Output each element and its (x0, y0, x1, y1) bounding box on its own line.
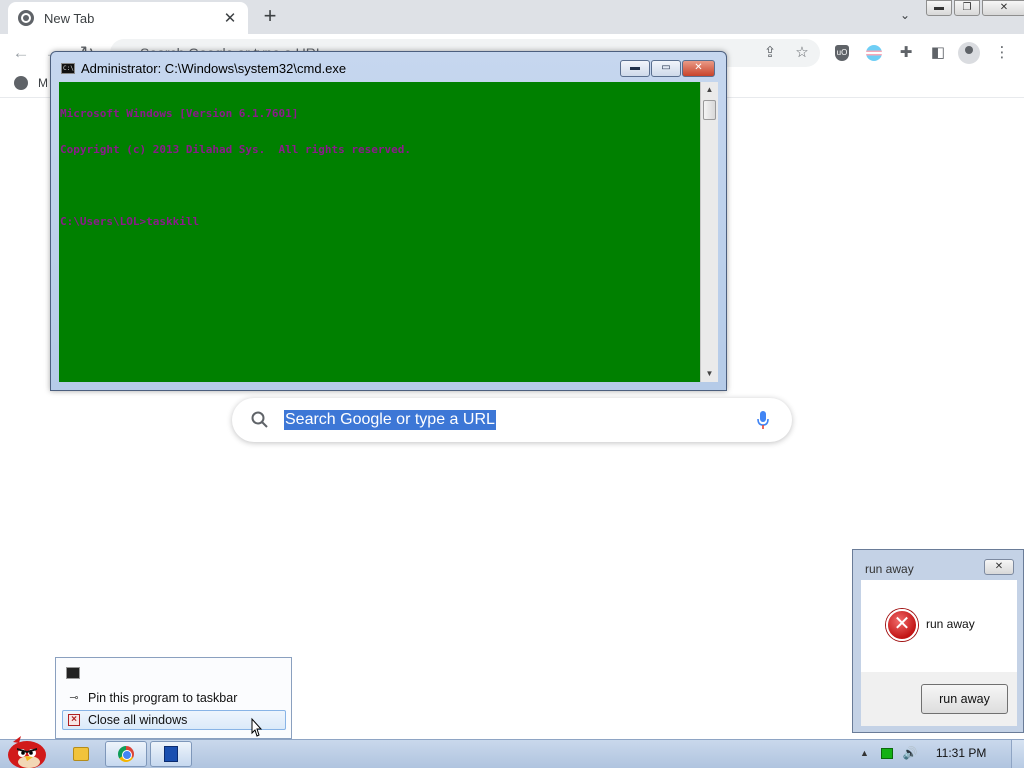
error-icon: ✕ (886, 609, 918, 641)
cmd-program-icon (66, 667, 80, 679)
jump-list-label: Close all windows (88, 713, 188, 727)
mouse-cursor-icon (251, 717, 263, 737)
tab-strip: New Tab ✕ + ⌄ ▬ ❐ ✕ (0, 0, 1024, 34)
taskbar-chrome-button[interactable] (105, 741, 147, 767)
console-line: Copyright (c) 2013 Dilahad Sys. All righ… (60, 143, 411, 156)
scroll-down-arrow-icon[interactable]: ▼ (701, 366, 718, 382)
show-hidden-icons-icon[interactable]: ▲ (860, 748, 869, 758)
cmd-icon (164, 746, 178, 762)
scroll-thumb[interactable] (703, 100, 716, 120)
run-away-button[interactable]: run away (921, 684, 1008, 714)
dialog-footer: run away (861, 672, 1017, 726)
run-away-dialog[interactable]: run away ✕ ✕ run away run away (852, 549, 1024, 733)
dialog-close-button[interactable]: ✕ (984, 559, 1014, 575)
ublock-icon[interactable]: uO (835, 45, 849, 61)
pin-icon: ⊸ (69, 692, 79, 704)
cmd-title: Administrator: C:\Windows\system32\cmd.e… (81, 61, 347, 76)
clock[interactable]: 11:31 PM (936, 746, 986, 760)
cmd-scrollbar[interactable]: ▲ ▼ (700, 82, 718, 382)
cmd-maximize-button[interactable]: ▭ (651, 60, 681, 77)
flag-extension-icon[interactable] (866, 45, 882, 61)
cmd-titlebar[interactable]: C:\ Administrator: C:\Windows\system32\c… (51, 52, 726, 80)
dialog-message: run away (926, 617, 975, 631)
microphone-icon[interactable] (756, 410, 770, 430)
tab-title: New Tab (44, 10, 95, 26)
taskbar-explorer-button[interactable] (60, 741, 102, 767)
pin-to-taskbar-item[interactable]: ⊸ Pin this program to taskbar (62, 688, 286, 708)
close-window-icon: × (68, 714, 80, 726)
taskbar-cmd-button[interactable] (150, 741, 192, 767)
start-button-angry-bird-icon[interactable] (3, 730, 49, 768)
back-button[interactable]: ← (8, 40, 34, 66)
restore-button[interactable]: ❐ (954, 0, 980, 16)
chrome-icon (118, 746, 134, 762)
network-icon[interactable] (880, 747, 893, 759)
console-prompt-line: C:\Users\LOL>taskkill (60, 215, 200, 228)
show-desktop-button[interactable] (1011, 740, 1024, 768)
search-icon (251, 411, 268, 428)
new-tab-button[interactable]: + (258, 5, 282, 29)
jump-list-label: Pin this program to taskbar (88, 691, 238, 705)
taskbar: ▲ 🔊 11:31 PM (0, 736, 1024, 768)
system-tray: ▲ 🔊 11:31 PM (860, 746, 986, 760)
minimize-button[interactable]: ▬ (926, 0, 952, 16)
cmd-window-controls: ▬ ▭ ✕ (620, 60, 716, 77)
profile-icon[interactable] (958, 42, 980, 64)
dialog-title: run away (865, 562, 914, 576)
tab-close-icon[interactable]: ✕ (222, 9, 238, 27)
cmd-close-button[interactable]: ✕ (682, 60, 715, 77)
share-icon[interactable]: ⇪ (759, 42, 781, 64)
menu-kebab-icon[interactable]: ⋮ (991, 42, 1013, 64)
cmd-window[interactable]: C:\ Administrator: C:\Windows\system32\c… (50, 51, 727, 391)
tab-search-icon[interactable]: ⌄ (896, 8, 914, 26)
globe-icon (14, 76, 28, 90)
bookmark-label: M (38, 76, 48, 90)
ntp-search-text: Search Google or type a URL (284, 410, 496, 430)
console-line: Microsoft Windows [Version 6.1.7601] (60, 107, 299, 120)
tab-new-tab[interactable]: New Tab ✕ (8, 2, 248, 34)
folder-icon (73, 747, 89, 761)
volume-icon[interactable]: 🔊 (903, 746, 918, 760)
dialog-content: ✕ run away (861, 580, 1017, 672)
cmd-minimize-button[interactable]: ▬ (620, 60, 650, 77)
browser-window-controls: ▬ ❐ ✕ (926, 0, 1024, 16)
ntp-search-box[interactable]: Search Google or type a URL (232, 398, 792, 442)
side-panel-icon[interactable]: ◧ (927, 42, 949, 64)
extensions-puzzle-icon[interactable]: ✚ (895, 42, 917, 64)
cmd-app-icon: C:\ (61, 63, 75, 74)
bookmark-item[interactable]: M (14, 76, 48, 90)
chrome-favicon-icon (18, 10, 34, 26)
cmd-console[interactable]: Microsoft Windows [Version 6.1.7601] Cop… (59, 82, 700, 382)
scroll-up-arrow-icon[interactable]: ▲ (701, 82, 718, 98)
close-button[interactable]: ✕ (982, 0, 1024, 16)
bookmark-star-icon[interactable]: ☆ (791, 42, 813, 64)
